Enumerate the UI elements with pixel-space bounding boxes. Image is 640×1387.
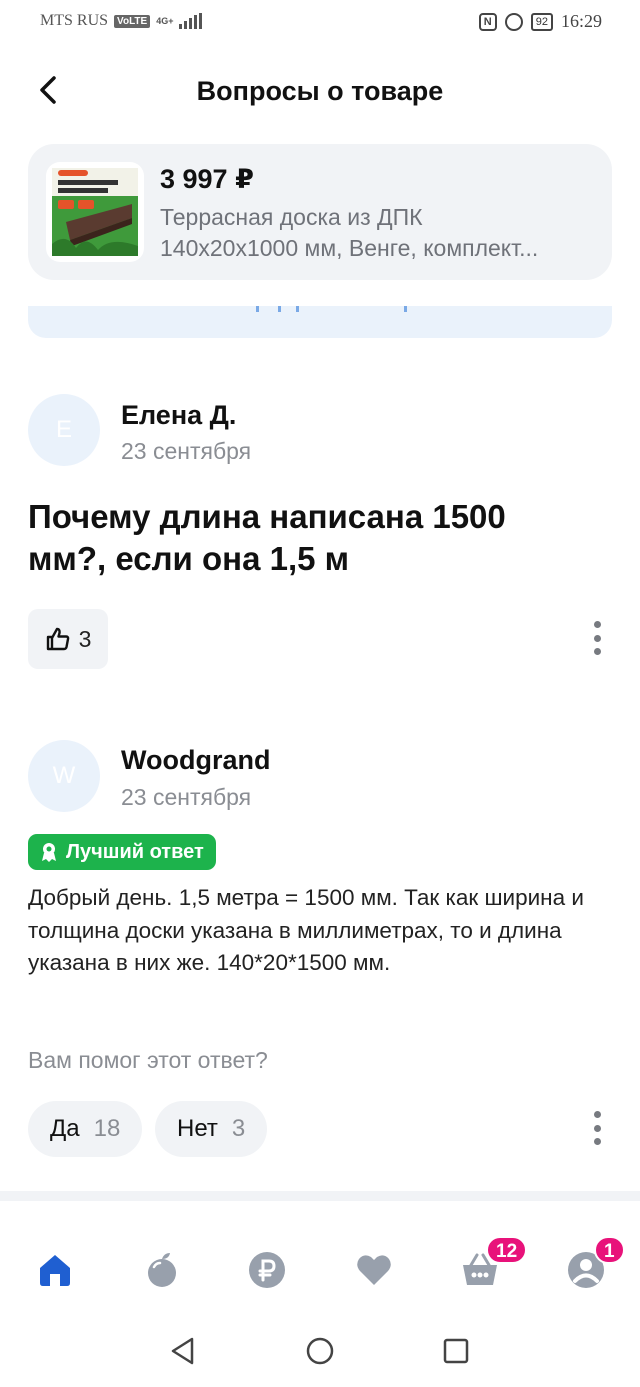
page-title: Вопросы о товаре: [196, 76, 444, 106]
question-date: 23 сентября: [121, 438, 252, 464]
nav-home-button[interactable]: [305, 1336, 335, 1366]
yes-count: 18: [93, 1115, 121, 1142]
nav-back-button[interactable]: [168, 1336, 198, 1366]
no-count: 3: [231, 1115, 246, 1142]
yes-label: Да: [50, 1115, 80, 1142]
product-name: Террасная доска из ДПК 140х20х1000 мм, В…: [160, 202, 600, 264]
circle-home-icon: [306, 1337, 334, 1365]
tab-profile[interactable]: 1: [566, 1236, 625, 1290]
profile-badge: 1: [594, 1236, 625, 1264]
tab-finance[interactable]: [247, 1250, 287, 1290]
like-button[interactable]: 3: [28, 609, 108, 669]
clock: 16:29: [560, 11, 602, 31]
helpful-yes-button[interactable]: Да 18: [28, 1101, 143, 1157]
volte-badge: VoLTE: [114, 14, 151, 28]
home-icon: [40, 1255, 70, 1286]
product-name-line-1: Террасная доска из ДПК: [160, 204, 423, 230]
product-price: 3 997 ₽: [160, 164, 254, 194]
best-answer-badge: Лучший ответ: [28, 834, 216, 870]
like-count: 3: [78, 625, 92, 652]
status-right: N 92 16:29: [478, 11, 602, 32]
answer-author-avatar: W: [28, 740, 100, 812]
no-label: Нет: [177, 1115, 218, 1142]
nfc-icon: N: [478, 12, 497, 31]
top-app-bar: Вопросы о товаре: [0, 58, 640, 124]
square-recents-icon: [443, 1338, 469, 1364]
nav-recents-button[interactable]: [441, 1336, 471, 1366]
award-icon: [42, 843, 56, 862]
product-thumbnail-icon: [52, 168, 138, 256]
carrier-name: MTS RUS: [40, 12, 109, 29]
battery-icon: 92: [530, 12, 553, 31]
fruit-icon: [148, 1253, 176, 1287]
tab-cart[interactable]: 12: [460, 1236, 528, 1290]
network-type: 4G+: [156, 15, 174, 26]
status-bar: MTS RUS VoLTE 4G+ N 92 16:29: [0, 0, 640, 46]
signal-icon: [179, 13, 203, 29]
answer-text: Добрый день. 1,5 метра = 1500 мм. Так ка…: [28, 885, 584, 975]
bottom-tab-bar: 12 1: [0, 1232, 640, 1312]
section-divider: [0, 1191, 640, 1201]
answer-date: 23 сентября: [121, 784, 252, 810]
helpful-no-button[interactable]: Нет 3: [155, 1101, 268, 1157]
alarm-icon: [504, 12, 523, 31]
question-author-name: Елена Д.: [121, 400, 237, 430]
helpful-prompt: Вам помог этот ответ?: [28, 1047, 268, 1073]
answer-more-options-icon[interactable]: [587, 1108, 607, 1148]
question-more-options-icon[interactable]: [587, 618, 607, 658]
ruble-icon: [249, 1252, 285, 1288]
scrolled-panel-edge: [28, 306, 612, 338]
question-author-avatar: Е: [28, 394, 100, 466]
tab-home[interactable]: [35, 1250, 75, 1290]
system-navigation-bar: [0, 1322, 640, 1387]
heart-icon: [357, 1255, 391, 1285]
product-card[interactable]: 3 997 ₽ Террасная доска из ДПК 140х20х10…: [28, 144, 612, 280]
status-left: MTS RUS VoLTE 4G+: [40, 12, 203, 30]
product-name-line-2: 140х20х1000 мм, Венге, комплект...: [160, 235, 539, 261]
cart-badge: 12: [486, 1236, 528, 1264]
product-image: [46, 162, 144, 262]
answer-author-name: Woodgrand: [121, 745, 271, 775]
thumbs-up-icon: [46, 627, 69, 651]
best-answer-label: Лучший ответ: [66, 840, 204, 863]
triangle-back-icon: [171, 1337, 194, 1365]
tab-favorites[interactable]: [354, 1250, 394, 1290]
question-text: Почему длина написана 1500 мм?, если она…: [28, 498, 506, 577]
tab-catalog[interactable]: [142, 1250, 182, 1290]
